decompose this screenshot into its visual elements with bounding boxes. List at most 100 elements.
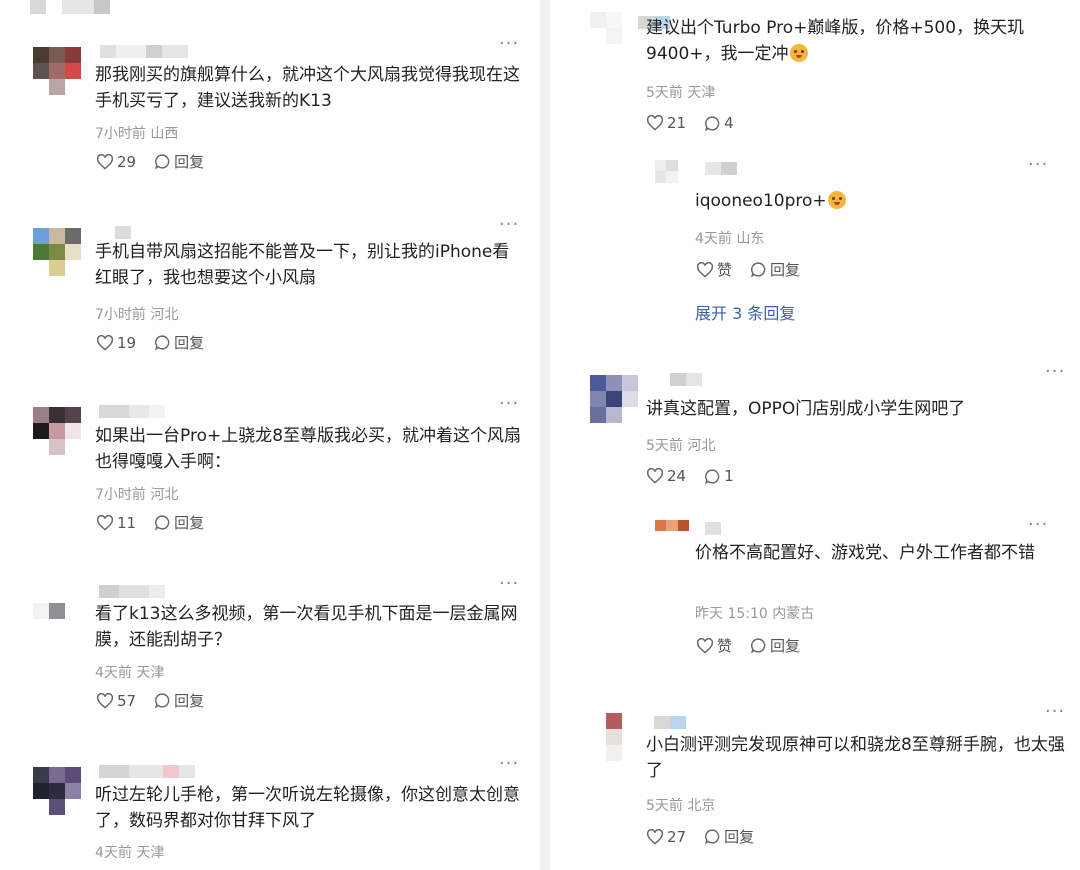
comment-actions: 24 1 bbox=[646, 467, 734, 485]
heart-icon bbox=[646, 115, 664, 131]
avatar[interactable] bbox=[655, 520, 689, 554]
comment-time: 5天前 bbox=[646, 85, 683, 101]
comment-actions: 57 回复 bbox=[96, 690, 204, 711]
right-comment-column: ··· 建议出个Turbo Pro+巅峰版，价格+500，换天玑9400+，我一… bbox=[550, 0, 1080, 870]
heart-icon bbox=[696, 261, 714, 278]
more-options-icon[interactable]: ··· bbox=[499, 393, 519, 414]
username[interactable] bbox=[115, 226, 139, 239]
comment-time: 7小时前 bbox=[95, 126, 146, 142]
like-count: 24 bbox=[667, 467, 687, 485]
reply-bubble-icon bbox=[155, 693, 170, 709]
comment-actions: 19 回复 bbox=[96, 332, 204, 353]
like-button[interactable]: 11 bbox=[96, 514, 136, 532]
avatar[interactable] bbox=[33, 767, 81, 815]
reply-bubble-icon bbox=[751, 262, 766, 278]
reply-button[interactable]: 回复 bbox=[154, 332, 204, 353]
like-button[interactable]: 24 bbox=[646, 467, 686, 485]
comment-actions: 21 4 bbox=[646, 114, 734, 132]
more-options-icon[interactable]: ··· bbox=[1028, 514, 1048, 535]
comment-meta: 7小时前 河北 bbox=[95, 304, 178, 324]
reply-button[interactable]: 回复 bbox=[750, 635, 800, 656]
username[interactable] bbox=[705, 522, 721, 535]
reply-text: 价格不高配置好、游戏党、户外工作者都不错 bbox=[695, 543, 1035, 563]
more-options-icon[interactable]: ··· bbox=[499, 573, 519, 594]
comment-location: 天津 bbox=[136, 665, 165, 681]
comment-meta: 7小时前 河北 bbox=[95, 484, 178, 504]
reply-button[interactable]: 4 bbox=[704, 114, 734, 132]
more-options-icon[interactable]: ··· bbox=[1045, 361, 1065, 382]
reply-button[interactable]: 回复 bbox=[154, 690, 204, 711]
comment-text: 建议出个Turbo Pro+巅峰版，价格+500，换天玑9400+，我一定冲 bbox=[646, 15, 1066, 67]
more-options-icon[interactable]: ··· bbox=[1028, 154, 1048, 175]
like-button[interactable]: 57 bbox=[96, 692, 136, 710]
comment-item: ··· 小白测评测完发现原神可以和骁龙8至尊掰手腕，也太强了 5天前 北京 27… bbox=[590, 701, 1070, 853]
comment-item: ··· 讲真这配置，OPPO门店别成小学生网吧了 5天前 河北 24 1 bbox=[590, 361, 1070, 500]
reply-count: 4 bbox=[724, 114, 734, 132]
comment-time: 7小时前 bbox=[95, 307, 146, 323]
username[interactable] bbox=[654, 716, 686, 729]
more-options-icon[interactable]: ··· bbox=[1045, 0, 1065, 7]
username[interactable] bbox=[99, 405, 165, 418]
comment-item: ··· 看了k13这么多视频，第一次看见手机下面是一层金属网膜，还能刮胡子？ 4… bbox=[33, 573, 523, 717]
like-button[interactable]: 赞 bbox=[696, 259, 732, 280]
avatar[interactable] bbox=[33, 228, 81, 276]
like-button[interactable]: 19 bbox=[96, 334, 136, 352]
like-button[interactable]: 赞 bbox=[696, 635, 732, 656]
reply-label: 回复 bbox=[770, 637, 801, 655]
like-button[interactable]: 29 bbox=[96, 153, 136, 171]
like-button[interactable]: 21 bbox=[646, 114, 686, 132]
like-label: 赞 bbox=[717, 637, 733, 655]
reply-bubble-icon bbox=[155, 515, 170, 531]
username-placeholder bbox=[30, 0, 110, 14]
reply-button[interactable]: 回复 bbox=[750, 259, 800, 280]
avatar[interactable] bbox=[590, 713, 638, 761]
comment-time: 5天前 bbox=[646, 798, 683, 814]
username[interactable] bbox=[670, 373, 702, 386]
username[interactable] bbox=[705, 162, 737, 175]
heart-icon bbox=[696, 637, 714, 654]
reply-bubble-icon bbox=[155, 154, 170, 170]
like-count: 19 bbox=[117, 333, 137, 352]
comment-time: 7小时前 bbox=[95, 487, 146, 503]
comment-actions: 29 回复 bbox=[96, 151, 204, 172]
comment-text: 看了k13这么多视频，第一次看见手机下面是一层金属网膜，还能刮胡子？ bbox=[95, 604, 518, 650]
avatar[interactable] bbox=[33, 407, 81, 455]
comment-text: 那我刚买的旗舰算什么，就冲这个大风扇我觉得我现在这手机买亏了，建议送我新的K13 bbox=[95, 65, 520, 111]
username[interactable] bbox=[99, 585, 165, 598]
comment-time: 4天前 bbox=[95, 665, 132, 681]
avatar[interactable] bbox=[33, 47, 81, 95]
like-count: 57 bbox=[117, 691, 137, 710]
more-options-icon[interactable]: ··· bbox=[1045, 701, 1065, 722]
like-count: 27 bbox=[667, 827, 687, 846]
comment-location: 北京 bbox=[687, 798, 716, 814]
comment-meta: 4天前 天津 bbox=[95, 842, 164, 862]
comment-location: 河北 bbox=[687, 438, 716, 454]
username[interactable] bbox=[99, 765, 195, 778]
avatar[interactable] bbox=[590, 375, 638, 423]
like-count: 29 bbox=[117, 152, 137, 171]
reply-bubble-icon bbox=[705, 468, 720, 484]
avatar[interactable] bbox=[655, 160, 689, 194]
reply-button[interactable]: 回复 bbox=[154, 512, 204, 533]
like-label: 赞 bbox=[717, 261, 733, 279]
reply-button[interactable]: 回复 bbox=[704, 826, 754, 847]
comment-meta: 5天前 北京 bbox=[646, 795, 715, 815]
more-options-icon[interactable]: ··· bbox=[499, 33, 519, 54]
comment-location: 山西 bbox=[150, 126, 179, 142]
avatar[interactable] bbox=[590, 0, 638, 44]
reply-button[interactable]: 1 bbox=[704, 467, 734, 485]
reply-button[interactable]: 回复 bbox=[154, 151, 204, 172]
comment-item: ··· 听过左轮儿手枪，第一次听说左轮摄像，你这创意太创意了，数码界都对你甘拜下… bbox=[33, 753, 523, 870]
reply-location: 山东 bbox=[736, 231, 765, 247]
comment-text: 讲真这配置，OPPO门店别成小学生网吧了 bbox=[646, 399, 966, 419]
more-options-icon[interactable]: ··· bbox=[499, 753, 519, 774]
username[interactable] bbox=[100, 45, 188, 58]
expand-replies-link[interactable]: 展开 3 条回复 bbox=[695, 300, 795, 324]
like-button[interactable]: 27 bbox=[646, 828, 686, 846]
comment-text: 如果出一台Pro+上骁龙8至尊版我必买，就冲着这个风扇也得嘎嘎入手啊： bbox=[95, 426, 522, 472]
reply-count: 1 bbox=[724, 467, 734, 485]
comment-text: 小白测评测完发现原神可以和骁龙8至尊掰手腕，也太强了 bbox=[646, 735, 1065, 781]
more-options-icon[interactable]: ··· bbox=[499, 214, 519, 235]
reply-bubble-icon bbox=[155, 335, 170, 351]
avatar[interactable] bbox=[33, 587, 81, 635]
